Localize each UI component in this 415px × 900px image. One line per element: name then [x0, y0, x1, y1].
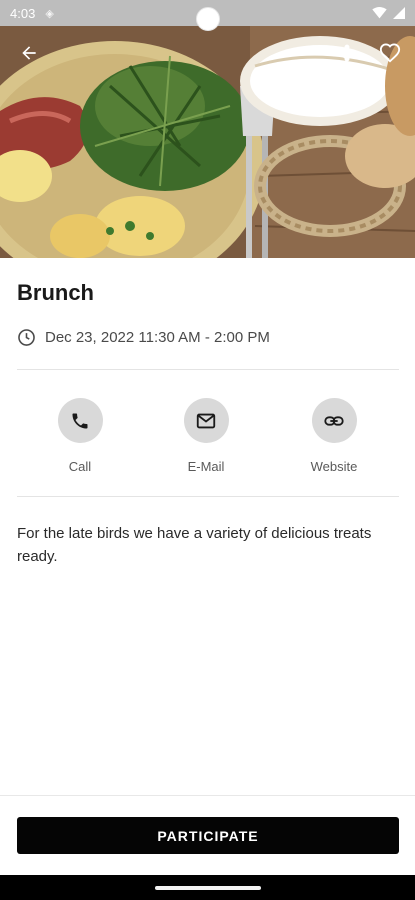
home-gesture-handle[interactable] — [155, 886, 261, 890]
heart-icon — [379, 43, 401, 63]
divider — [17, 496, 399, 497]
event-description: For the late birds we have a variety of … — [17, 525, 372, 565]
event-datetime: Dec 23, 2022 11:30 AM - 2:00 PM — [45, 329, 270, 346]
call-label: Call — [68, 459, 92, 474]
link-icon — [324, 415, 344, 426]
share-icon — [334, 44, 350, 62]
website-circle — [311, 398, 357, 443]
system-nav-bar — [0, 875, 415, 900]
event-title: Brunch — [17, 280, 94, 305]
share-button[interactable] — [325, 36, 359, 70]
status-icons — [372, 7, 405, 19]
data-saver-icon: ◈ — [45, 7, 54, 20]
divider — [17, 369, 399, 370]
mail-icon — [196, 413, 216, 428]
back-arrow-icon — [22, 46, 36, 60]
website-label: Website — [310, 459, 358, 474]
participate-button[interactable]: PARTICIPATE — [17, 817, 399, 854]
email-circle — [183, 398, 229, 443]
hero-image — [0, 26, 415, 258]
status-time: 4:03 — [10, 5, 36, 21]
email-button[interactable]: E-Mail — [161, 398, 251, 474]
signal-icon — [393, 7, 405, 19]
favorite-button[interactable] — [373, 36, 407, 70]
back-button[interactable] — [12, 36, 46, 70]
event-datetime-row: Dec 23, 2022 11:30 AM - 2:00 PM — [17, 328, 270, 347]
status-bar: 4:03 ◈ — [0, 0, 415, 31]
phone-icon — [72, 413, 88, 428]
call-circle — [57, 398, 103, 443]
wifi-icon — [372, 7, 387, 19]
email-label: E-Mail — [187, 459, 225, 474]
camera-cutout — [196, 7, 220, 31]
clock-icon — [18, 329, 35, 346]
footer-divider — [0, 795, 415, 796]
website-button[interactable]: Website — [289, 398, 379, 474]
call-button[interactable]: Call — [35, 398, 125, 474]
